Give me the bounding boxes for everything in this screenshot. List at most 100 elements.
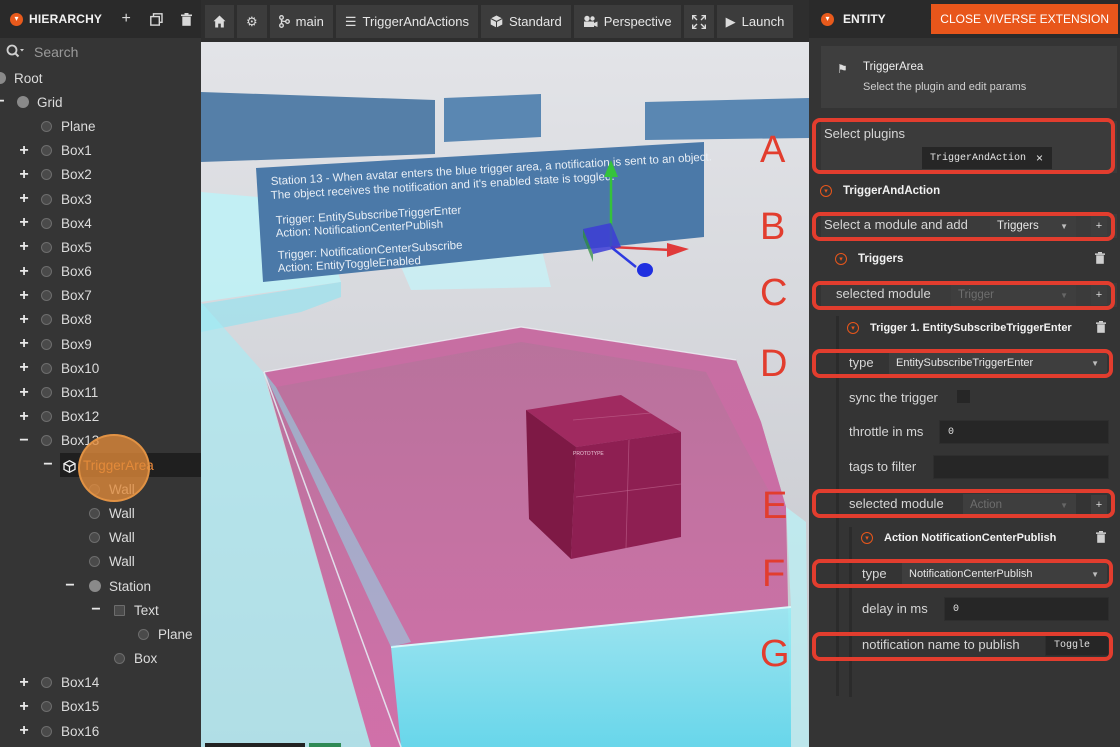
tree-row[interactable]: Root [0,66,201,90]
close-extension-button[interactable]: CLOSE VIVERSE EXTENSION [931,4,1118,34]
expand-icon[interactable]: + [18,166,30,184]
expand-icon[interactable]: + [18,214,30,232]
tree-row-label: Box4 [61,215,92,231]
tree-row[interactable]: Plane [0,622,201,646]
tree-row[interactable]: Wall [0,526,201,550]
delay-input[interactable]: 0 [944,597,1109,621]
trigger-module-select[interactable]: Trigger ▼ [951,284,1076,306]
tree-row[interactable]: Wall [0,477,201,501]
tree-row[interactable]: + Box15 [0,695,201,719]
home-button[interactable] [205,5,234,38]
viewport[interactable]: ⚙ main ☰ TriggerAndActions Standard Pers… [201,0,809,747]
tree-row-label: Wall [109,530,135,546]
tree-row[interactable]: Plane [0,114,201,138]
tree-row[interactable]: + Box6 [0,260,201,284]
trigger-type-select[interactable]: EntitySubscribeTriggerEnter ▼ [889,352,1107,374]
fullscreen-button[interactable] [683,5,714,38]
tree-row[interactable]: + Box9 [0,332,201,356]
tree-row[interactable]: + Box5 [0,235,201,259]
tags-input[interactable] [933,455,1109,479]
tree-row[interactable]: + Box7 [0,284,201,308]
tree-row[interactable]: + Box4 [0,211,201,235]
expand-icon[interactable]: + [18,722,30,740]
tree-row[interactable]: Wall [0,550,201,574]
collapse-triggers-icon[interactable]: ▾ [835,253,847,265]
sync-checkbox[interactable] [957,390,970,403]
tree-row-label: Box14 [61,675,100,691]
expand-icon[interactable]: + [18,263,30,281]
expand-icon[interactable]: + [18,359,30,377]
hierarchy-search[interactable]: Search [0,38,201,66]
add-entity-icon[interactable]: + [114,7,138,31]
collapse-icon[interactable]: − [0,93,6,111]
tree-row[interactable]: + Box3 [0,187,201,211]
expand-icon[interactable]: + [18,190,30,208]
search-input[interactable]: Search [34,44,78,60]
hierarchy-tree: Root − Grid Plane + Box1 + Box2 + Box3 + Box4 + Box5 +… [0,66,201,743]
action-type-select[interactable]: NotificationCenterPublish ▼ [902,563,1107,585]
chevron-down-icon: ▼ [1060,290,1068,300]
delete-icon[interactable] [174,7,198,31]
expand-icon[interactable]: + [18,311,30,329]
action-module-placeholder: Action [970,499,1002,511]
collapse-icon[interactable]: − [42,456,54,474]
collapse-section-icon[interactable]: ▾ [820,185,832,197]
tree-row[interactable]: + Box2 [0,163,201,187]
tree-row[interactable]: − Grid [0,90,201,114]
tree-row-label: Box11 [61,385,99,401]
tree-row[interactable]: + Box14 [0,671,201,695]
tree-row[interactable]: Wall [0,501,201,525]
duplicate-icon[interactable] [144,7,168,31]
launch-button[interactable]: ▶ Launch [716,5,794,38]
tree-row[interactable]: + Box12 [0,405,201,429]
scene-canvas[interactable]: Station 13 - When avatar enters the blue… [201,42,809,747]
expand-icon[interactable]: + [18,674,30,692]
collapse-panel-icon[interactable]: ▾ [821,12,834,26]
tree-row[interactable]: + Box10 [0,356,201,380]
tree-row[interactable]: + Box1 [0,139,201,163]
collapse-icon[interactable]: − [90,601,102,619]
branch-button[interactable]: main [269,5,333,38]
prototype-cube[interactable]: PROTOTYPE [526,395,682,559]
expand-icon[interactable]: + [18,287,30,305]
action-module-select[interactable]: Action ▼ [963,494,1076,516]
add-trigger-button[interactable]: + [1091,285,1107,305]
tree-row[interactable]: − Station [0,574,201,598]
hierarchy-panel: ▾ HIERARCHY + Search Root − Grid Plane + Box1… [0,0,201,747]
expand-icon[interactable]: + [18,408,30,426]
settings-button[interactable]: ⚙ [237,5,267,38]
throttle-input[interactable]: 0 [939,420,1109,444]
delete-triggers-icon[interactable] [1095,252,1105,267]
delete-action-icon[interactable] [1096,531,1106,546]
remove-plugin-icon[interactable]: × [1036,151,1043,165]
module-select[interactable]: Triggers ▼ [990,215,1076,237]
tree-row[interactable]: + Box8 [0,308,201,332]
expand-icon[interactable]: + [18,698,30,716]
add-action-button[interactable]: + [1091,495,1107,515]
delete-trigger1-icon[interactable] [1096,321,1106,336]
add-module-button[interactable]: + [1091,216,1107,236]
expand-icon[interactable]: + [18,238,30,256]
collapse-icon[interactable]: − [64,577,76,595]
collapse-icon[interactable]: − [18,432,30,450]
scene-button[interactable]: ☰ TriggerAndActions [335,5,478,38]
collapse-trigger1-icon[interactable]: ▾ [847,322,859,334]
tree-row[interactable]: + Box11 [0,380,201,404]
camera-button[interactable]: Perspective [573,5,681,38]
tree-row-label: Plane [61,118,96,134]
tree-row[interactable]: − TriggerArea [43,453,201,478]
expand-icon[interactable]: + [18,384,30,402]
tree-row[interactable]: − Box13 [0,429,201,453]
tree-row[interactable]: + Box16 [0,719,201,743]
viewport-status-strip [205,743,305,747]
entity-node-icon [89,507,100,519]
collapse-panel-icon[interactable]: ▾ [10,12,23,26]
tree-row[interactable]: − Text [0,598,201,622]
tree-row[interactable]: Box [0,647,201,671]
notification-input[interactable]: Toggle [1045,634,1109,656]
expand-icon[interactable]: + [18,335,30,353]
shading-button[interactable]: Standard [480,5,571,38]
collapse-action-icon[interactable]: ▾ [861,532,873,544]
plugin-chip[interactable]: TriggerAndAction × [922,147,1052,169]
expand-icon[interactable]: + [18,142,30,160]
